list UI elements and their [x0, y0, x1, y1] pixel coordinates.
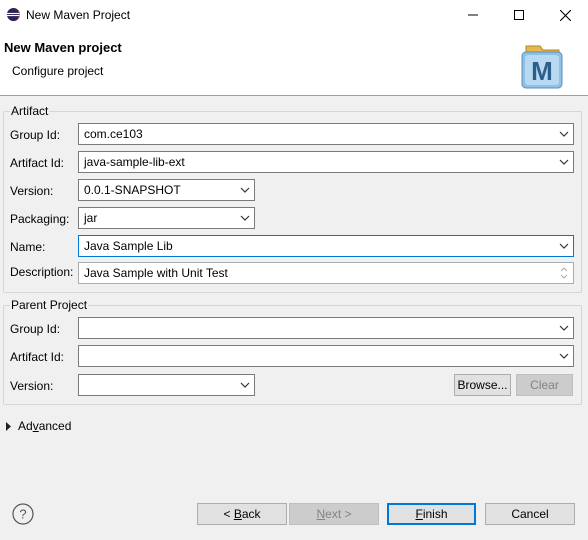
chevron-down-icon	[559, 131, 569, 137]
minimize-button[interactable]	[450, 0, 496, 30]
page-title: New Maven project	[4, 40, 122, 55]
parent-artifact-id-label: Artifact Id:	[10, 350, 65, 364]
expand-arrow-icon	[6, 421, 11, 431]
minimize-icon	[468, 14, 478, 16]
advanced-label: Advanced	[18, 419, 72, 433]
group-id-label: Group Id:	[10, 128, 61, 142]
version-label: Version:	[10, 184, 54, 198]
svg-text:?: ?	[19, 507, 26, 522]
name-label: Name:	[10, 240, 46, 254]
parent-group-id-label: Group Id:	[10, 322, 61, 336]
artifact-id-label: Artifact Id:	[10, 156, 65, 170]
maximize-icon	[514, 10, 524, 20]
description-value: Java Sample with Unit Test	[84, 266, 228, 280]
eclipse-icon	[6, 7, 21, 22]
chevron-down-icon	[240, 187, 250, 193]
group-id-value: com.ce103	[84, 127, 143, 141]
wizard-header: New Maven project Configure project M	[0, 30, 588, 96]
page-subtitle: Configure project	[12, 64, 104, 78]
name-combo[interactable]: Java Sample Lib	[78, 235, 574, 257]
parent-version-label: Version:	[10, 379, 54, 393]
browse-button[interactable]: Browse...	[454, 374, 511, 396]
next-button[interactable]: Next >	[289, 503, 379, 525]
packaging-value: jar	[84, 211, 98, 225]
group-id-combo[interactable]: com.ce103	[78, 123, 574, 145]
title-bar: New Maven Project	[0, 0, 588, 30]
parent-artifact-id-combo[interactable]	[78, 345, 574, 367]
artifact-group-title: Artifact	[10, 104, 50, 118]
cancel-button[interactable]: Cancel	[485, 503, 575, 525]
version-combo[interactable]: 0.0.1-SNAPSHOT	[78, 179, 255, 201]
chevron-down-icon	[559, 243, 569, 249]
scroll-arrows-icon[interactable]	[558, 264, 570, 282]
close-icon	[559, 9, 571, 21]
maximize-button[interactable]	[496, 0, 542, 30]
advanced-toggle[interactable]: Advanced	[6, 419, 71, 433]
help-icon[interactable]: ?	[12, 503, 34, 525]
chevron-down-icon	[559, 325, 569, 331]
svg-text:M: M	[531, 56, 553, 86]
artifact-id-combo[interactable]: java-sample-lib-ext	[78, 151, 574, 173]
packaging-combo[interactable]: jar	[78, 207, 255, 229]
chevron-down-icon	[240, 382, 250, 388]
parent-group-title: Parent Project	[10, 298, 89, 312]
description-label: Description:	[10, 265, 74, 279]
chevron-down-icon	[559, 159, 569, 165]
chevron-down-icon	[240, 215, 250, 221]
packaging-label: Packaging:	[10, 212, 70, 226]
name-value: Java Sample Lib	[84, 239, 173, 253]
clear-button[interactable]: Clear	[516, 374, 573, 396]
chevron-down-icon	[559, 353, 569, 359]
version-value: 0.0.1-SNAPSHOT	[84, 183, 181, 197]
window-title: New Maven Project	[26, 8, 131, 22]
artifact-id-value: java-sample-lib-ext	[84, 155, 185, 169]
parent-group-id-combo[interactable]	[78, 317, 574, 339]
back-button[interactable]: < Back	[197, 503, 287, 525]
finish-button[interactable]: Finish	[387, 503, 476, 525]
parent-version-combo[interactable]	[78, 374, 255, 396]
description-textarea[interactable]: Java Sample with Unit Test	[78, 262, 574, 284]
close-button[interactable]	[542, 0, 588, 30]
maven-logo: M	[521, 45, 563, 89]
